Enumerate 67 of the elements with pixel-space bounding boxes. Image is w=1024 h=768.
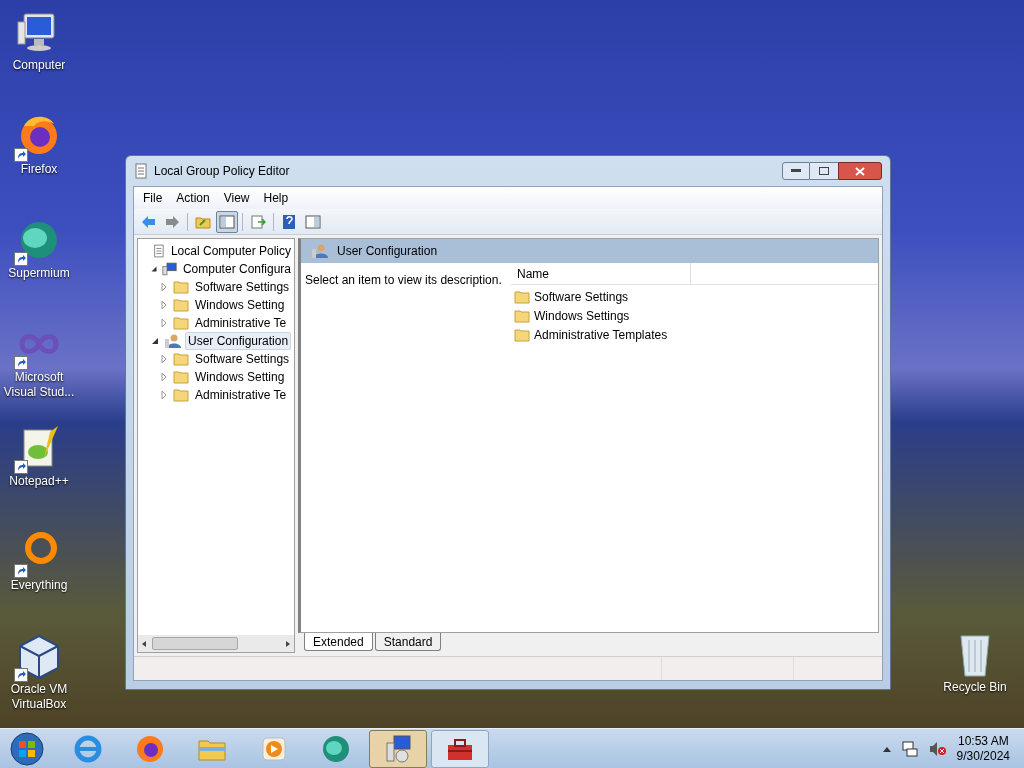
tree-item[interactable]: Windows Setting [192, 368, 288, 386]
scroll-left-icon [140, 639, 148, 648]
pane-toggle-icon [305, 213, 321, 230]
view-tab[interactable]: Standard [374, 633, 442, 651]
folder-icon [173, 280, 189, 294]
menu-item[interactable]: Action [169, 189, 217, 207]
tree-item[interactable]: Local Computer Policy [167, 242, 294, 260]
folder-icon [173, 316, 189, 330]
tree-item[interactable]: Software Settings [192, 278, 293, 296]
desktop-icon-label[interactable]: Microsoft Visual Stud... [0, 370, 78, 400]
desktop-icon-label[interactable]: Supermium [0, 266, 78, 281]
desktop-icon-label[interactable]: Computer [0, 58, 78, 73]
pane-title: User Configuration [337, 243, 438, 260]
user-icon [311, 243, 329, 259]
column-header[interactable]: Name [511, 263, 691, 284]
windows-logo-icon [9, 730, 45, 767]
view-tab[interactable]: Extended [304, 633, 373, 651]
horizontal-scrollbar[interactable] [138, 635, 294, 652]
desktop-icon-label[interactable]: Firefox [0, 162, 78, 177]
folder-icon [173, 352, 189, 366]
document-icon [134, 163, 148, 179]
desktop-icon-label[interactable]: Recycle Bin [943, 678, 1007, 696]
menu-item[interactable]: View [216, 189, 257, 207]
computer-icon [161, 261, 177, 277]
description-text: Select an item to view its description. [305, 273, 502, 287]
network-icon[interactable] [900, 740, 919, 757]
export-list-icon [250, 213, 266, 230]
tree-item[interactable]: Administrative Te [192, 386, 290, 404]
desktop-icon-label[interactable]: Notepad++ [0, 474, 78, 489]
volume-muted-icon[interactable] [928, 740, 947, 757]
folder-icon [173, 298, 189, 312]
show-hidden-icons-icon[interactable] [882, 745, 891, 752]
maximize-button[interactable] [810, 162, 838, 180]
tree-item[interactable]: Software Settings [192, 350, 293, 368]
minimize-icon [791, 169, 801, 173]
menu-item[interactable]: Help [256, 189, 296, 207]
list-item[interactable]: Software Settings [534, 287, 629, 306]
window-title: Local Group Policy Editor [154, 163, 291, 180]
desktop-icon-label[interactable]: Everything [0, 578, 78, 593]
clock-time[interactable]: 10:53 AM [957, 733, 1009, 749]
menu-item[interactable]: File [136, 189, 170, 207]
minimize-button[interactable] [782, 162, 810, 180]
tree-item[interactable]: Administrative Te [192, 314, 290, 332]
clock-date[interactable]: 9/30/2024 [956, 748, 1010, 764]
folder-icon [173, 370, 189, 384]
taskbar-button[interactable] [369, 729, 427, 768]
list-item[interactable]: Windows Settings [534, 306, 630, 325]
desktop-icon-label[interactable]: Oracle VM VirtualBox [0, 682, 78, 712]
forward-arrow-icon [164, 213, 180, 230]
toolbar-button[interactable] [216, 210, 238, 233]
tree-item[interactable]: User Configuration [185, 332, 292, 350]
maximize-icon [819, 167, 829, 175]
taskbar-button[interactable] [431, 729, 489, 768]
close-icon [855, 166, 865, 176]
tree-item[interactable]: Windows Setting [192, 296, 288, 314]
close-button[interactable] [838, 162, 882, 180]
folder-icon [173, 388, 189, 402]
folder-icon [514, 308, 530, 323]
user-icon [164, 333, 182, 349]
scroll-right-icon [284, 639, 292, 648]
pane-toggle-icon [219, 213, 235, 230]
help-icon [281, 213, 297, 230]
tree-item[interactable]: Computer Configura [179, 260, 294, 278]
list-item[interactable]: Administrative Templates [534, 325, 668, 344]
folder-icon [514, 289, 530, 304]
folder-icon [514, 327, 530, 342]
document-icon [153, 243, 165, 259]
